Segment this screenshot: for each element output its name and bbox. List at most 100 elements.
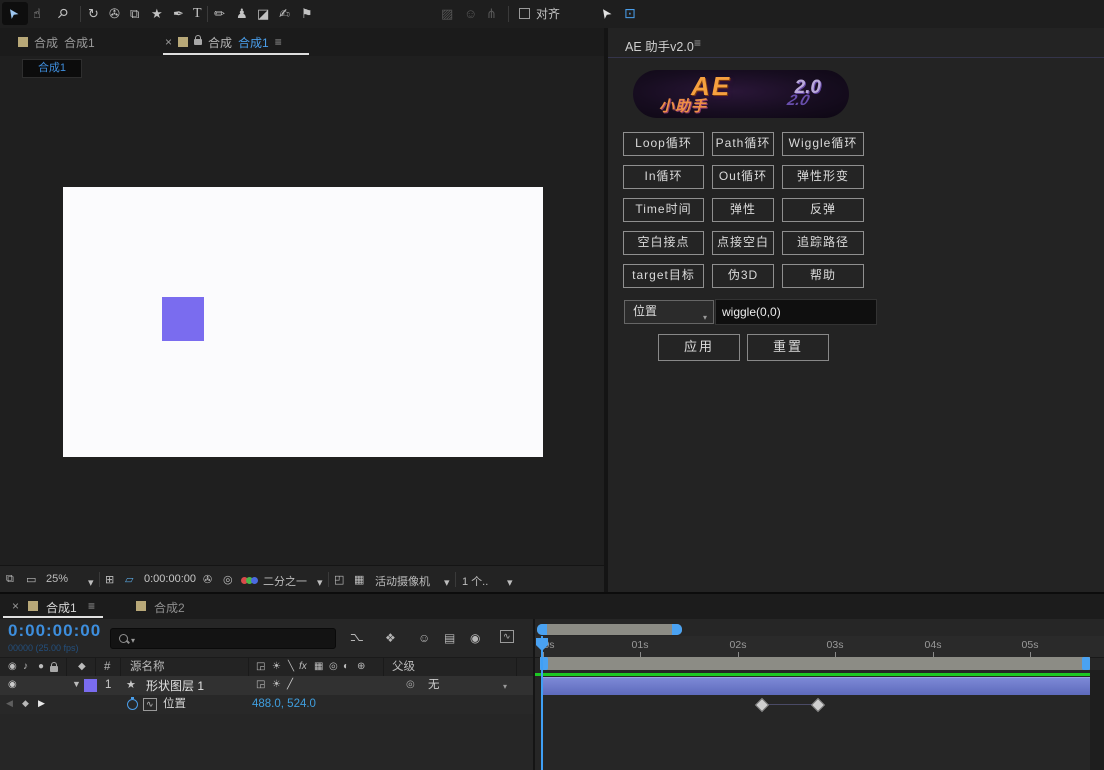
prev-keyframe-icon[interactable]: ◀ bbox=[6, 699, 13, 708]
property-dropdown[interactable]: 位置 ▾ bbox=[624, 300, 714, 324]
next-keyframe-icon[interactable]: ▶ bbox=[38, 699, 45, 708]
effects-switch-icon[interactable]: ☀ bbox=[272, 680, 281, 690]
fake-3d-button[interactable]: 伪3D bbox=[712, 264, 774, 288]
channels-icon[interactable] bbox=[241, 575, 258, 587]
pan-behind-tool-icon[interactable]: ⧉ bbox=[130, 7, 139, 20]
layer-row[interactable]: ◉ ▼ 1 ★ 形状图层 1 ◲ ☀ ╱ ◎ 无 ▾ bbox=[0, 676, 535, 696]
point-to-null-button[interactable]: 点接空白 bbox=[712, 231, 774, 255]
parent-column[interactable]: 父级 bbox=[392, 661, 415, 674]
half-circle-switch-icon[interactable]: ◐ bbox=[343, 662, 349, 672]
add-keyframe-icon[interactable]: ◆ bbox=[22, 699, 29, 708]
shape-layer-square[interactable] bbox=[162, 297, 204, 341]
apply-button[interactable]: 应用 bbox=[658, 334, 740, 361]
layer-color-swatch[interactable] bbox=[84, 679, 97, 692]
bounce-button[interactable]: 反弹 bbox=[782, 198, 864, 222]
source-name-column[interactable]: 源名称 bbox=[130, 661, 165, 674]
draft-3d-icon[interactable]: ❖ bbox=[385, 632, 396, 644]
eye-icon[interactable]: ◉ bbox=[8, 662, 17, 672]
target-button[interactable]: target目标 bbox=[623, 264, 704, 288]
close-icon[interactable]: × bbox=[12, 599, 19, 613]
resolution-select[interactable]: 二分之一 bbox=[263, 573, 307, 589]
parent-dropdown[interactable]: 无 bbox=[428, 679, 440, 692]
elastic-button[interactable]: 弹性 bbox=[712, 198, 774, 222]
shy-layers-icon[interactable]: ☺ bbox=[418, 632, 430, 644]
out-loop-button[interactable]: Out循环 bbox=[712, 165, 774, 189]
graph-icon[interactable]: ∿ bbox=[143, 698, 157, 711]
path-loop-button[interactable]: Path循环 bbox=[712, 132, 774, 156]
lock-icon[interactable] bbox=[194, 35, 203, 45]
loop-button[interactable]: Loop循环 bbox=[623, 132, 704, 156]
work-area-bar[interactable] bbox=[540, 657, 1090, 670]
mask-visibility-icon[interactable]: ▱ bbox=[125, 573, 133, 586]
comp-tab-inactive[interactable]: 合成 合成1 bbox=[18, 28, 95, 56]
transparency-grid-icon[interactable]: ▦ bbox=[354, 573, 364, 586]
camera-view-select[interactable]: 活动摄像机 bbox=[375, 573, 430, 589]
navigator-end-handle[interactable] bbox=[672, 624, 682, 635]
clone-stamp-tool-icon[interactable]: ♟ bbox=[236, 7, 248, 20]
elastic-deform-button[interactable]: 弹性形变 bbox=[782, 165, 864, 189]
audio-icon[interactable]: ♪ bbox=[23, 662, 28, 672]
in-loop-button[interactable]: In循环 bbox=[623, 165, 704, 189]
multi-view-icon[interactable]: ⧉ bbox=[6, 573, 14, 586]
snapshot-icon[interactable]: ✇ bbox=[203, 573, 212, 586]
brush-tool-icon[interactable]: ✏ bbox=[214, 7, 225, 20]
composition-canvas[interactable] bbox=[63, 187, 543, 457]
motion-blur-switch-icon[interactable]: ▦ bbox=[314, 662, 323, 672]
null-to-point-button[interactable]: 空白接点 bbox=[623, 231, 704, 255]
timeline-tab-comp2[interactable]: 合成2 bbox=[154, 599, 185, 616]
current-timecode[interactable]: 0:00:00:00 bbox=[8, 621, 101, 641]
roto-brush-tool-icon[interactable]: ✍ bbox=[279, 7, 290, 20]
eraser-tool-icon[interactable]: ◪ bbox=[257, 7, 269, 20]
align-checkbox[interactable] bbox=[519, 8, 530, 19]
stopwatch-icon[interactable] bbox=[127, 697, 138, 710]
search-box[interactable]: ▾ bbox=[110, 628, 336, 649]
mini-flowchart-icon[interactable]: ⌥ bbox=[350, 631, 364, 645]
number-column[interactable]: # bbox=[104, 661, 110, 674]
quality-switch-icon[interactable]: ◲ bbox=[256, 662, 265, 672]
layer-duration-bar[interactable] bbox=[543, 677, 1104, 695]
graph-editor-icon[interactable]: ∿ bbox=[500, 630, 514, 643]
frame-blend-switch-icon[interactable]: ╲ bbox=[288, 662, 294, 672]
quality-slash-icon[interactable]: ╱ bbox=[287, 680, 293, 690]
lock-icon[interactable] bbox=[50, 662, 58, 672]
text-tool-icon[interactable]: T bbox=[193, 7, 202, 21]
effects-switch-icon[interactable]: ☀ bbox=[272, 662, 281, 672]
time-navigator-bar[interactable] bbox=[537, 624, 682, 635]
panel-menu-icon[interactable]: ≡ bbox=[88, 599, 95, 613]
playhead-line[interactable] bbox=[541, 636, 543, 770]
position-property-row[interactable]: ◀ ◆ ▶ ∿ 位置 488.0, 524.0 bbox=[0, 695, 535, 714]
hand-tool-icon[interactable]: ☝ bbox=[33, 7, 41, 20]
wiggle-loop-button[interactable]: Wiggle循环 bbox=[782, 132, 864, 156]
shape-tool-icon[interactable]: ★ bbox=[151, 7, 163, 20]
zoom-tool-icon[interactable]: ⚲ bbox=[54, 5, 71, 22]
timeline-tab-comp1[interactable]: 合成1 bbox=[46, 599, 77, 616]
panel-menu-icon[interactable]: ≡ bbox=[275, 35, 282, 49]
trace-path-button[interactable]: 追踪路径 bbox=[782, 231, 864, 255]
fx-switch-icon[interactable]: fx bbox=[299, 662, 307, 672]
close-icon[interactable]: × bbox=[165, 35, 172, 49]
parent-pickwhip-icon[interactable]: ◎ bbox=[406, 680, 415, 690]
3d-switch-icon[interactable]: ⊕ bbox=[357, 662, 365, 672]
grid-options-icon[interactable]: ⊞ bbox=[105, 573, 114, 586]
solo-icon[interactable]: ● bbox=[38, 662, 44, 672]
work-area-end-handle[interactable] bbox=[1082, 657, 1090, 670]
panel-menu-icon[interactable]: ≡ bbox=[694, 36, 701, 50]
time-button[interactable]: Time时间 bbox=[623, 198, 704, 222]
adjustment-switch-icon[interactable]: ◎ bbox=[329, 662, 338, 672]
keyframe-diamond[interactable] bbox=[754, 697, 770, 713]
rotation-tool-icon[interactable]: ↻ bbox=[88, 7, 99, 20]
monitor-icon[interactable]: ▭ bbox=[26, 573, 36, 586]
quality-switch-icon[interactable]: ◲ bbox=[256, 680, 265, 690]
motion-blur-icon[interactable]: ◉ bbox=[470, 632, 480, 644]
roi-icon[interactable]: ◰ bbox=[334, 573, 344, 586]
navigator-start-handle[interactable] bbox=[537, 624, 547, 635]
time-ruler[interactable]: 0s 01s 02s 03s 04s 05s bbox=[535, 636, 1104, 658]
frame-blend-icon[interactable]: ▤ bbox=[444, 632, 455, 644]
breadcrumb[interactable]: 合成1 bbox=[22, 59, 82, 78]
pen-tool-icon[interactable]: ✒ bbox=[173, 7, 184, 20]
magnification-select[interactable]: 25% bbox=[46, 573, 68, 585]
property-name[interactable]: 位置 bbox=[163, 698, 186, 711]
camera-tool-icon[interactable]: ✇ bbox=[109, 7, 120, 20]
reset-button[interactable]: 重置 bbox=[747, 334, 829, 361]
layer-name[interactable]: 形状图层 1 bbox=[146, 680, 204, 692]
